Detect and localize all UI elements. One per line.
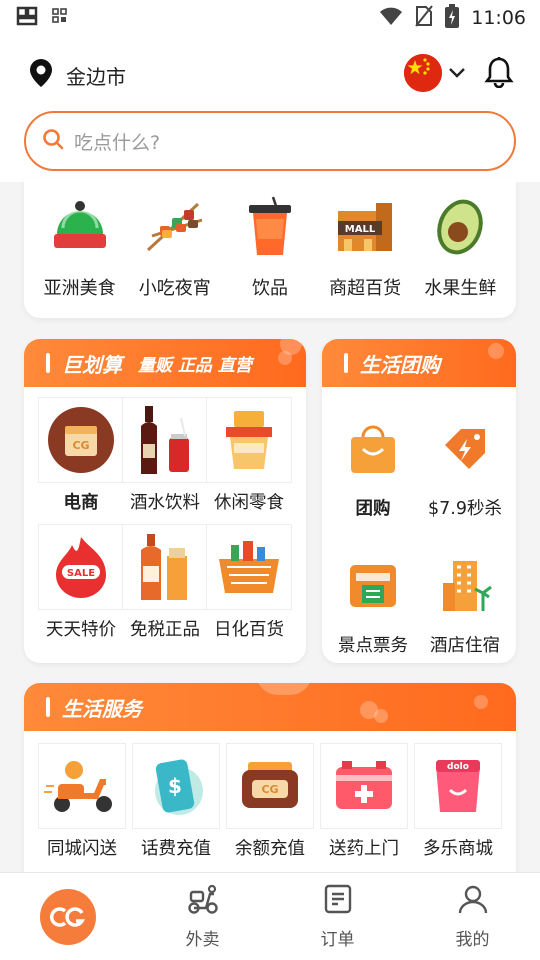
group-item[interactable]: 团购 xyxy=(327,409,419,520)
no-sim-icon xyxy=(415,4,434,32)
profile-icon xyxy=(458,884,488,919)
service-item[interactable]: dolo 多乐商城 xyxy=(414,743,502,860)
chevron-down-icon xyxy=(448,64,466,83)
deals-item[interactable]: 日化百货 xyxy=(206,524,292,641)
deals-header: 巨划算 量贩 正品 直营 xyxy=(24,339,306,387)
clock: 11:06 xyxy=(471,7,526,29)
group-item[interactable]: 酒店住宿 xyxy=(419,546,511,657)
ticket-icon xyxy=(338,546,408,626)
group-buy-card: 生活团购 团购 $7.9秒杀 景点票务 酒店住宿 xyxy=(322,339,516,663)
drink-icon xyxy=(235,192,305,262)
services-title: 生活服务 xyxy=(62,696,142,721)
search-placeholder: 吃点什么? xyxy=(74,131,161,154)
svg-text:CG: CG xyxy=(261,783,278,796)
home-logo-icon xyxy=(39,888,96,945)
sale-tag-icon: SALE xyxy=(38,524,124,610)
svg-text:SALE: SALE xyxy=(67,568,95,579)
service-item[interactable]: 送药上门 xyxy=(320,743,408,860)
flash-tag-icon xyxy=(430,409,500,489)
order-list-icon xyxy=(323,884,353,919)
svg-text:CG: CG xyxy=(72,439,89,452)
deals-item[interactable]: 休闲零食 xyxy=(206,397,292,514)
wine-bottle-icon xyxy=(122,397,208,483)
nav-label: 外卖 xyxy=(185,929,220,950)
wallet-icon: CG xyxy=(226,743,314,829)
deals-item[interactable]: 酒水饮料 xyxy=(122,397,208,514)
nav-takeout[interactable]: 外卖 xyxy=(135,873,270,960)
service-item[interactable]: CG 余额充值 xyxy=(226,743,314,860)
header: 金边市 吃点什么? xyxy=(0,36,540,182)
nav-label: 我的 xyxy=(455,929,490,950)
delivery-scooter-icon xyxy=(186,884,220,919)
snacks-icon xyxy=(206,397,292,483)
search-input[interactable]: 吃点什么? xyxy=(24,111,516,171)
dolo-mall-icon: dolo xyxy=(414,743,502,829)
bell-icon xyxy=(484,57,514,89)
group-buy-header: 生活团购 xyxy=(322,339,516,387)
deals-subtitle: 量贩 正品 直营 xyxy=(138,355,252,376)
phone-topup-icon: $ xyxy=(132,743,220,829)
notification-bell-button[interactable] xyxy=(484,56,514,92)
category-card: 亚洲美食 小吃夜宵 饮品 MALL 商超百货 水果生鲜 xyxy=(24,178,516,318)
location-selector[interactable]: 金边市 xyxy=(28,58,126,93)
battery-icon xyxy=(445,3,460,33)
nav-profile[interactable]: 我的 xyxy=(405,873,540,960)
group-item[interactable]: $7.9秒杀 xyxy=(419,409,511,520)
category-item[interactable]: 饮品 xyxy=(225,192,315,318)
grid-icon xyxy=(52,8,68,28)
skewers-icon xyxy=(140,192,210,262)
category-item[interactable]: 亚洲美食 xyxy=(35,192,125,318)
wifi-icon xyxy=(379,6,403,31)
nav-home[interactable] xyxy=(0,873,135,960)
svg-text:MALL: MALL xyxy=(345,224,376,235)
location-name: 金边市 xyxy=(66,65,126,89)
category-item[interactable]: 水果生鲜 xyxy=(415,192,505,318)
category-item[interactable]: 小吃夜宵 xyxy=(130,192,220,318)
bottom-nav: 外卖 订单 我的 xyxy=(0,872,540,960)
basket-icon xyxy=(206,524,292,610)
hotel-icon xyxy=(430,546,500,626)
deals-item[interactable]: CG 电商 xyxy=(38,397,124,514)
svg-text:$: $ xyxy=(168,774,182,798)
location-pin-icon xyxy=(28,58,54,93)
nav-label: 订单 xyxy=(320,929,355,950)
group-buy-title: 生活团购 xyxy=(360,352,440,377)
service-item[interactable]: $ 话费充值 xyxy=(132,743,220,860)
services-header: 生活服务 xyxy=(24,683,516,731)
deals-title: 巨划算 xyxy=(62,352,122,377)
service-item[interactable]: 同城闪送 xyxy=(38,743,126,860)
language-selector[interactable] xyxy=(404,54,466,92)
nav-orders[interactable]: 订单 xyxy=(270,873,405,960)
deals-card: 巨划算 量贩 正品 直营 CG 电商 酒水饮料 休闲零食 SALE 天天特价 免… xyxy=(24,339,306,663)
svg-text:dolo: dolo xyxy=(447,762,469,772)
medicine-kit-icon xyxy=(320,743,408,829)
avocado-icon xyxy=(425,192,495,262)
duty-free-bottle-icon xyxy=(122,524,208,610)
category-item[interactable]: MALL 商超百货 xyxy=(320,192,410,318)
deals-item[interactable]: SALE 天天特价 xyxy=(38,524,124,641)
shopping-bag-icon xyxy=(338,409,408,489)
mall-icon: MALL xyxy=(330,192,400,262)
search-icon xyxy=(42,128,64,154)
asian-food-icon xyxy=(45,192,115,262)
status-bar: 11:06 xyxy=(0,0,540,36)
china-flag-icon xyxy=(404,54,442,92)
services-card: 生活服务 同城闪送 $ 话费充值 CG 余额充值 送药上门 dolo 多乐商城 xyxy=(24,683,516,873)
ecommerce-box-icon: CG xyxy=(38,397,124,483)
group-item[interactable]: 景点票务 xyxy=(327,546,419,657)
scooter-icon xyxy=(38,743,126,829)
deals-item[interactable]: 免税正品 xyxy=(122,524,208,641)
app-notification-icon xyxy=(14,5,40,31)
